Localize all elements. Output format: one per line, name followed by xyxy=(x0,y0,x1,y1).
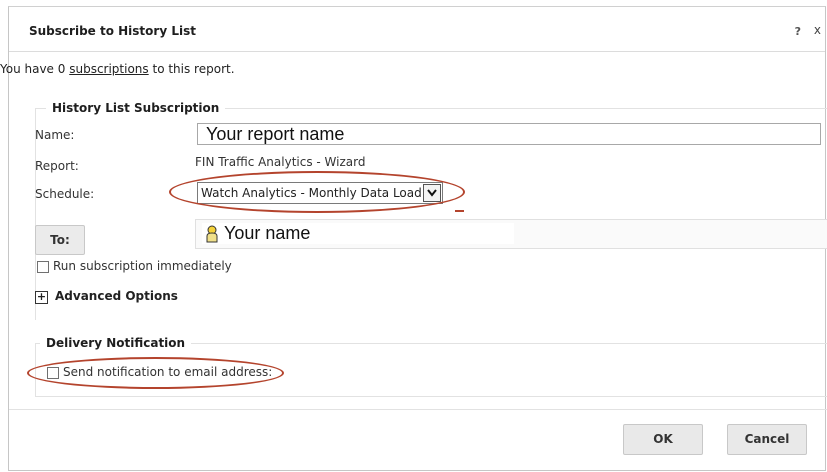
report-value: FIN Traffic Analytics - Wizard xyxy=(195,155,366,169)
advanced-options-label[interactable]: Advanced Options xyxy=(55,289,178,303)
delivery-notification-legend: Delivery Notification xyxy=(40,336,192,350)
run-immediately-label[interactable]: Run subscription immediately xyxy=(53,259,232,273)
schedule-highlight-oval xyxy=(169,171,465,213)
to-button[interactable]: To: xyxy=(35,225,85,255)
recipients-field[interactable]: Your name xyxy=(195,219,827,249)
cancel-button[interactable]: Cancel xyxy=(727,424,807,455)
dialog-title: Subscribe to History List xyxy=(29,24,196,38)
user-icon xyxy=(205,225,219,243)
run-immediately-checkbox[interactable] xyxy=(37,261,49,273)
name-label: Name: xyxy=(35,128,75,142)
close-button[interactable]: x xyxy=(814,23,821,37)
recipient-chip[interactable]: Your name xyxy=(202,223,514,244)
annotation-mark xyxy=(455,210,464,212)
ok-button[interactable]: OK xyxy=(623,424,703,455)
footer-divider xyxy=(9,409,827,410)
name-input[interactable]: Your report name xyxy=(197,123,821,145)
schedule-label: Schedule: xyxy=(35,187,95,201)
history-list-legend: History List Subscription xyxy=(46,101,226,115)
subscription-count-text: You have 0 subscriptions to this report. xyxy=(0,62,235,76)
intro-suffix: to this report. xyxy=(148,62,235,76)
advanced-options-expand-icon[interactable]: + xyxy=(35,291,48,304)
dialog-title-bar: Subscribe to History List ? x xyxy=(9,7,825,52)
report-label: Report: xyxy=(35,159,79,173)
recipient-name: Your name xyxy=(224,223,311,243)
help-button[interactable]: ? xyxy=(795,25,801,38)
notification-highlight-oval xyxy=(27,357,284,389)
intro-prefix: You have 0 xyxy=(0,62,70,76)
subscriptions-link[interactable]: subscriptions xyxy=(69,62,148,76)
